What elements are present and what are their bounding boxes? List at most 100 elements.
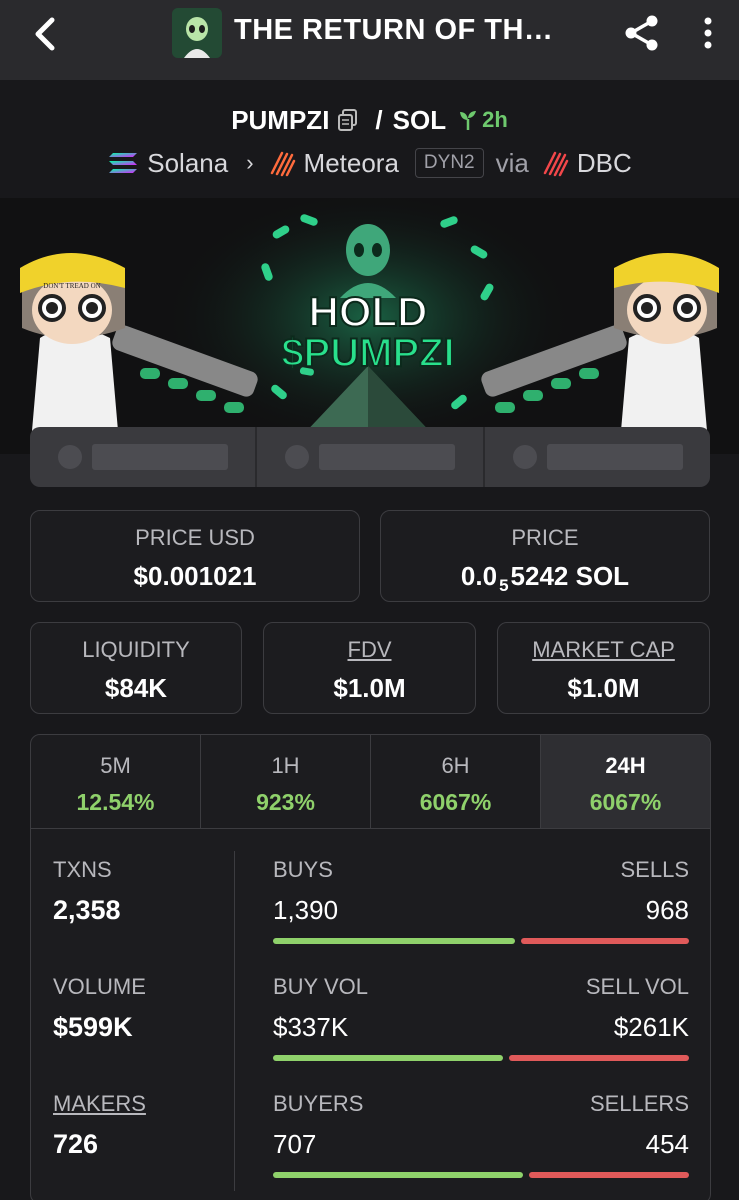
tab-1h[interactable]: 1H 923% [201, 735, 371, 828]
tab-label: 5M [100, 753, 131, 778]
sell-vol-label: SELL VOL [585, 974, 689, 999]
launchpad-name: DBC [576, 147, 632, 178]
txns-value: 2,358 [53, 895, 121, 925]
market-cap-label[interactable]: MARKET CAP [498, 637, 709, 663]
fdv-card: FDV $1.0M [263, 622, 476, 714]
social-links-bar [30, 427, 710, 487]
copy-address-button[interactable] [337, 108, 359, 132]
tab-label: 1H [271, 753, 300, 778]
txns-label: TXNS [53, 857, 112, 882]
buy-sell-vol-bar [273, 1055, 689, 1061]
price-native-card: PRICE 0.0 55242 SOL [380, 510, 710, 602]
price-usd-value: $0.001021 [133, 561, 257, 591]
stats-body: TXNS 2,358 VOLUME $599K MAKERS 726 BUYS … [31, 829, 710, 1200]
banner-line-2: $PUMPZI [281, 331, 454, 375]
trading-stats-panel: 5M 12.54% 1H 923% 6H 6067% 24H 6067% TXN… [30, 734, 711, 1200]
timeframe-tabs: 5M 12.54% 1H 923% 6H 6067% 24H 6067% [31, 735, 710, 829]
txns-stat: TXNS 2,358 [53, 857, 121, 926]
tab-24h[interactable]: 24H 6067% [541, 735, 710, 828]
makers-value: 726 [53, 1129, 99, 1159]
tab-label: 6H [441, 753, 470, 778]
social-label-placeholder [546, 444, 683, 470]
launchpad-link[interactable]: DBC [541, 148, 632, 179]
social-link-2[interactable] [257, 427, 485, 487]
pair-age: 2h [458, 107, 508, 133]
volume-value: $599K [53, 1012, 133, 1042]
sells-bar-fill [521, 938, 689, 944]
tab-5m[interactable]: 5M 12.54% [31, 735, 201, 828]
dex-name: Meteora [303, 147, 399, 178]
more-options-button[interactable] [690, 10, 726, 56]
share-button[interactable] [618, 10, 666, 56]
price-usd-label: PRICE USD [135, 525, 255, 550]
liquidity-card: LIQUIDITY $84K [30, 622, 242, 714]
buyers-sellers-stat: BUYERS SELLERS 707 454 [273, 1091, 689, 1178]
share-icon [625, 15, 658, 51]
quote-token-symbol: SOL [392, 104, 447, 135]
buys-label: BUYS [273, 857, 333, 882]
tab-change-value: 6067% [589, 789, 662, 815]
price-native-value: 0.0 55242 SOL [381, 561, 709, 596]
back-button[interactable] [22, 12, 66, 56]
via-label: via [495, 147, 529, 178]
market-cap-card: MARKET CAP $1.0M [497, 622, 710, 714]
chevron-right-icon: › [246, 150, 254, 175]
buys-value: 1,390 [273, 895, 339, 925]
sell-vol-value: $261K [613, 1012, 689, 1042]
app-bar: THE RETURN OF TH… [0, 0, 739, 80]
fdv-value: $1.0M [333, 673, 406, 703]
volume-label: VOLUME [53, 974, 146, 999]
pair-separator: / [375, 104, 383, 135]
social-link-1[interactable] [30, 427, 258, 487]
buyers-bar-fill [273, 1172, 523, 1178]
copy-icon [338, 109, 358, 131]
column-divider [234, 851, 235, 1191]
base-token-symbol: PUMPZI [231, 104, 330, 135]
fdv-label[interactable]: FDV [264, 637, 475, 663]
dex-link[interactable]: Meteora [268, 148, 399, 179]
banner-artwork: HOLD $PUMPZI DON'T TREAD ON [0, 198, 739, 454]
left-hat-text: DON'T TREAD ON [43, 282, 100, 290]
chain-breadcrumb: Solana › Meteora DYN2 via DBC [0, 142, 739, 184]
tab-6h[interactable]: 6H 6067% [371, 735, 541, 828]
social-icon-placeholder [512, 445, 537, 469]
sell-vol-bar-fill [509, 1055, 689, 1061]
buy-vol-bar-fill [273, 1055, 503, 1061]
buy-sell-volume-stat: BUY VOL SELL VOL $337K $261K [273, 974, 689, 1061]
market-cap-value: $1.0M [567, 673, 640, 703]
pair-header: PUMPZI / SOL 2h [0, 100, 739, 140]
token-banner: HOLD $PUMPZI DON'T TREAD ON [0, 198, 739, 454]
sells-value: 968 [645, 895, 689, 925]
buys-bar-fill [273, 938, 515, 944]
sells-label: SELLS [620, 857, 690, 882]
banner-line-1: HOLD [309, 288, 428, 335]
buyers-value: 707 [273, 1129, 317, 1159]
price-native-label: PRICE [511, 525, 579, 550]
tab-change-value: 6067% [419, 789, 492, 815]
tab-change-value: 12.54% [76, 789, 155, 815]
tab-label: 24H [605, 753, 646, 778]
volume-stat: VOLUME $599K [53, 974, 146, 1043]
makers-label[interactable]: MAKERS [53, 1091, 146, 1117]
social-link-3[interactable] [485, 427, 710, 487]
meteora-icon [270, 151, 295, 177]
buy-vol-label: BUY VOL [273, 974, 368, 999]
sellers-value: 454 [645, 1129, 689, 1159]
chain-network-link[interactable]: Solana [107, 148, 228, 179]
sellers-label: SELLERS [589, 1091, 689, 1116]
tab-change-value: 923% [256, 789, 315, 815]
makers-stat: MAKERS 726 [53, 1091, 146, 1160]
solana-icon [109, 153, 138, 173]
pool-type-badge: DYN2 [414, 148, 484, 178]
more-vertical-icon [704, 17, 712, 49]
buys-sells-bar [273, 938, 689, 944]
dbc-icon [543, 151, 569, 177]
price-usd-card: PRICE USD $0.001021 [30, 510, 360, 602]
price-native-prefix: 0.0 [460, 561, 498, 591]
price-native-zero-count: 5 [499, 576, 509, 595]
liquidity-label: LIQUIDITY [82, 637, 190, 662]
liquidity-value: $84K [104, 673, 168, 703]
social-label-placeholder [92, 444, 228, 470]
social-icon-placeholder [285, 445, 310, 469]
sellers-bar-fill [529, 1172, 689, 1178]
